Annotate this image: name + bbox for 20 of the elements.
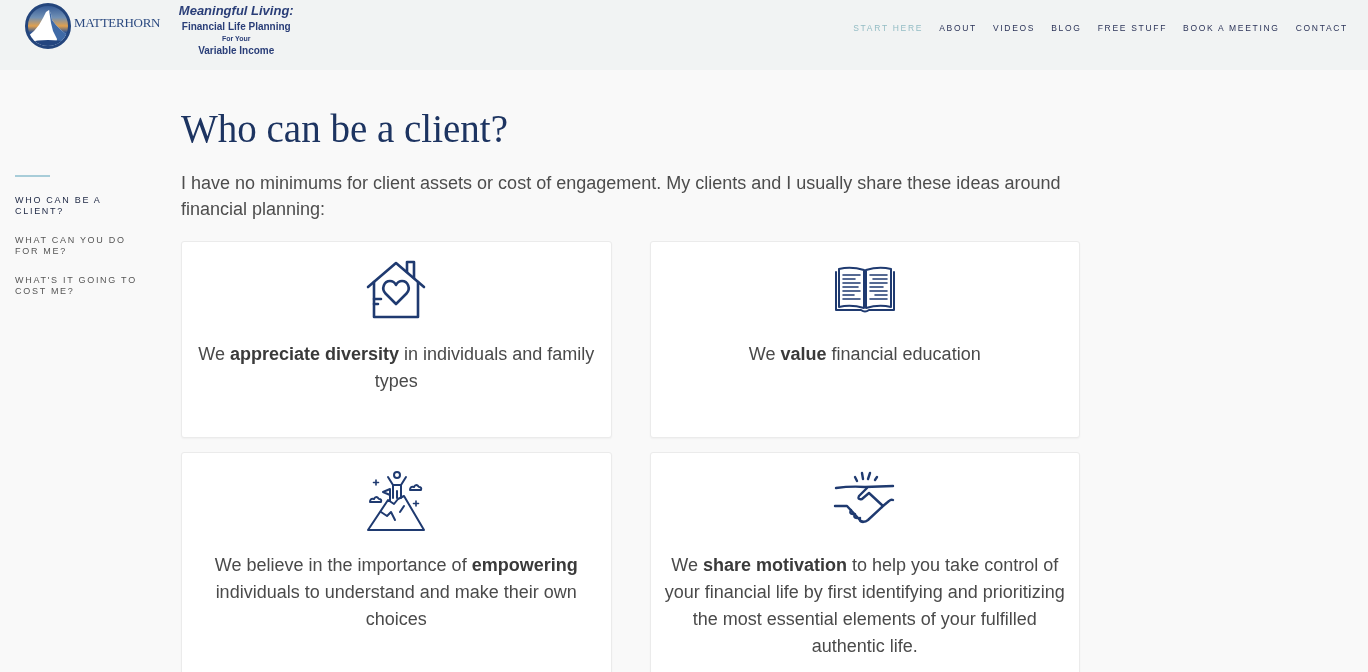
- nav-link[interactable]: CONTACT: [1295, 22, 1348, 34]
- page-heading: Who can be a client?: [181, 106, 509, 152]
- nav-link[interactable]: BLOG: [1051, 22, 1082, 34]
- nav-link[interactable]: ABOUT: [939, 22, 977, 34]
- sidebar-link[interactable]: WHAT CAN YOU DO FOR ME?: [15, 235, 145, 257]
- nav-link[interactable]: BOOK A MEETING: [1183, 22, 1280, 34]
- intro-text: I have no minimums for client assets or cost of engagement. My clients and I usually share these ideas around financial planning:: [181, 172, 1062, 221]
- sidebar-link[interactable]: WHO CAN BE A CLIENT?: [15, 195, 145, 217]
- nav-link[interactable]: FREE STUFF: [1097, 22, 1168, 34]
- card-text: We believe in the importance of empowering individuals to understand and make their own choices: [213, 554, 579, 631]
- mountain-logo-icon[interactable]: [25, 3, 71, 49]
- card-text: We value financial education: [748, 343, 981, 366]
- tagline-text: Financial Life Planning: [181, 21, 291, 33]
- sidebar-link[interactable]: WHAT'S IT GOING TO COST ME?: [15, 275, 145, 297]
- card-text: We share motivation to help you take control of your financial life by first identifying and prioritizing the most essential elements of your fulfilled authentic life.: [663, 554, 1066, 658]
- tagline-text: Variable Income: [198, 45, 275, 57]
- brand-name[interactable]: MATTERHORN: [74, 15, 161, 31]
- tagline-heading: Meaningful Living:: [178, 3, 294, 19]
- card-text: We appreciate diversity in individuals and family types: [197, 343, 596, 393]
- nav-link[interactable]: VIDEOS: [992, 22, 1036, 34]
